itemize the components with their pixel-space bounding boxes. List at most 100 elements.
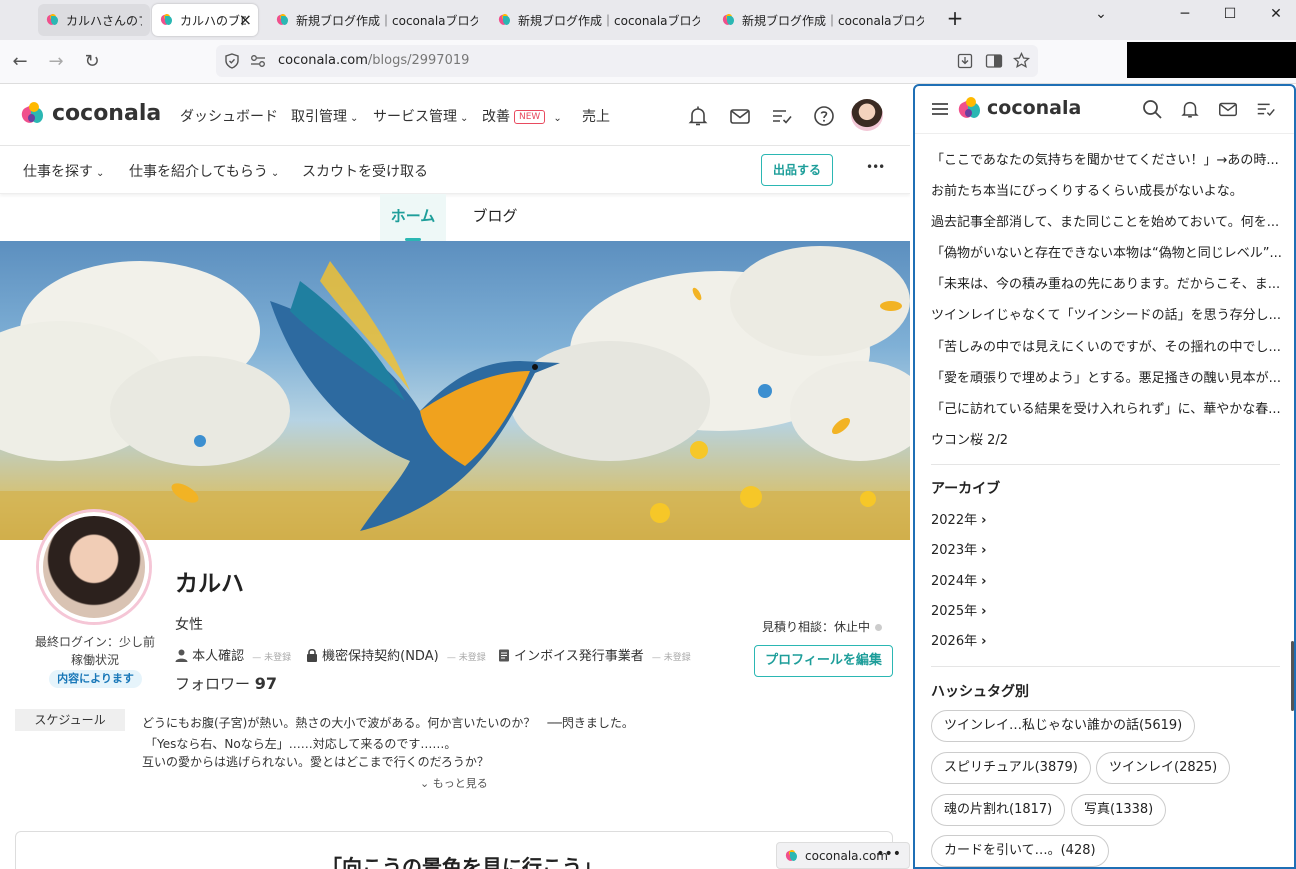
tab-list-chevron-icon[interactable]: ⌄ bbox=[1086, 6, 1116, 22]
sidebar-logo-text: coconala bbox=[987, 97, 1082, 119]
save-to-pocket-icon[interactable] bbox=[957, 53, 973, 69]
browser-tab-bar: カルハさんのブログ カルハのブログ × 新規ブログ作成｜coconalaブログ … bbox=[0, 0, 1296, 40]
recent-post-link[interactable]: 「苦しみの中では見えにくいのですが、その揺れの中でし... bbox=[931, 336, 1281, 355]
show-more-link[interactable]: ⌄ もっと見る bbox=[420, 775, 488, 791]
close-tab-icon[interactable]: × bbox=[239, 11, 252, 29]
checklist-icon[interactable] bbox=[770, 104, 794, 128]
intro-line: どうにもお腹(子宮)が熱い。熱さの大小で波がある。何か言いたいのか？ ──閃きま… bbox=[142, 716, 634, 730]
archive-year-link[interactable]: 2026年 › bbox=[931, 630, 986, 649]
more-dots-icon[interactable]: ••• bbox=[876, 846, 901, 862]
show-more-label: もっと見る bbox=[432, 777, 488, 790]
more-menu-icon[interactable]: ••• bbox=[866, 160, 885, 174]
recent-post-link[interactable]: お前たち本当にびっくりするくらい成長がないよな。 bbox=[931, 180, 1243, 199]
flower-decoration bbox=[860, 491, 876, 507]
coconala-favicon-icon bbox=[722, 13, 736, 27]
flower-decoration bbox=[690, 441, 708, 459]
reload-icon[interactable]: ↻ bbox=[80, 50, 104, 74]
verification-state: — 未登録 bbox=[446, 653, 486, 663]
logo-text: coconala bbox=[52, 101, 162, 126]
window-close-button[interactable]: ✕ bbox=[1261, 6, 1291, 22]
list-service-button[interactable]: 出品する bbox=[761, 154, 833, 186]
mail-icon[interactable] bbox=[728, 104, 752, 128]
nav-services[interactable]: サービス管理 ⌄ bbox=[373, 106, 468, 126]
browser-tab[interactable]: 新規ブログ作成｜coconalaブログ bbox=[714, 4, 932, 36]
browser-tab-active[interactable]: カルハのブログ × bbox=[152, 4, 258, 36]
reader-view-icon[interactable] bbox=[985, 53, 1003, 69]
coconala-favicon-icon bbox=[785, 849, 799, 863]
verification-state: — 未登録 bbox=[651, 653, 691, 663]
schedule-label: スケジュール bbox=[15, 709, 125, 731]
browser-tab[interactable]: 新規ブログ作成｜coconalaブログ bbox=[490, 4, 708, 36]
bell-icon[interactable] bbox=[686, 104, 710, 128]
recent-post-link[interactable]: 過去記事全部消して、また同じことを始めておいて。何を... bbox=[931, 211, 1279, 230]
forward-arrow-icon[interactable]: → bbox=[44, 50, 68, 74]
bookmark-star-icon[interactable] bbox=[1013, 52, 1030, 69]
estimate-text: 見積り相談：休止中 bbox=[762, 620, 871, 634]
recent-post-link[interactable]: 「ここであなたの気持ちを聞かせてください！」→あの時... bbox=[931, 149, 1279, 168]
coconala-logo[interactable]: coconala bbox=[19, 101, 162, 126]
user-avatar[interactable] bbox=[851, 99, 883, 131]
new-tab-button[interactable]: + bbox=[940, 6, 970, 30]
hashtag-chip[interactable]: カードを引いて…。(428) bbox=[931, 835, 1109, 867]
profile-tabs: ホーム ブログ bbox=[0, 194, 910, 241]
last-login-text: 最終ログイン：少し前 bbox=[34, 635, 155, 649]
nav-improve-label: 改善 bbox=[482, 109, 510, 125]
hamburger-menu-icon[interactable] bbox=[929, 98, 951, 120]
nav-improve[interactable]: 改善 NEW ⌄ bbox=[482, 106, 562, 126]
search-icon[interactable] bbox=[1141, 98, 1163, 120]
hashtag-chip[interactable]: ツインレイ(2825) bbox=[1096, 752, 1231, 784]
chevron-right-icon: › bbox=[981, 513, 987, 528]
chevron-down-icon: ⌄ bbox=[350, 113, 359, 124]
recent-post-link[interactable]: 「己に訪れている結果を受け入れられず」に、華やかな春... bbox=[931, 398, 1281, 417]
nav-sales-label: 売上 bbox=[582, 109, 610, 125]
hashtag-chip[interactable]: ツインレイ…私じゃない誰かの話(5619) bbox=[931, 710, 1196, 742]
recent-post-link[interactable]: ツインレイじゃなくて「ツインシードの話」を思う存分し... bbox=[931, 304, 1281, 323]
browser-nav-bar: ← → ↻ coconala.com/blogs/2997019 bbox=[0, 40, 1296, 84]
archive-year-label: 2026年 bbox=[931, 634, 978, 649]
recent-post-link[interactable]: ウコン桜 2/2 bbox=[931, 429, 1008, 448]
nav-sales[interactable]: 売上 bbox=[582, 106, 610, 126]
edit-profile-button[interactable]: プロフィールを編集 bbox=[754, 645, 893, 677]
browser-tab[interactable]: カルハさんのブログ bbox=[38, 4, 150, 36]
recent-post-link[interactable]: 「未来は、今の積み重ねの先にあります。だからこそ、ま... bbox=[931, 273, 1280, 292]
tab-home[interactable]: ホーム bbox=[380, 194, 446, 241]
find-work-label: 仕事を探す bbox=[23, 164, 93, 180]
help-icon[interactable] bbox=[812, 104, 836, 128]
address-bar[interactable]: coconala.com/blogs/2997019 bbox=[216, 45, 1038, 77]
browser-tab[interactable]: 新規ブログ作成｜coconalaブログ bbox=[268, 4, 486, 36]
hashtag-chip[interactable]: スピリチュアル(3879) bbox=[931, 752, 1091, 784]
chevron-right-icon: › bbox=[981, 543, 987, 558]
archive-year-link[interactable]: 2023年 › bbox=[931, 539, 986, 558]
recent-post-link[interactable]: 「偽物がいないと存在できない本物は“偽物と同じレベル”... bbox=[931, 242, 1282, 261]
site-settings-icon[interactable] bbox=[250, 54, 266, 68]
profile-cover-image bbox=[0, 241, 910, 540]
scout-link[interactable]: スカウトを受け取る bbox=[302, 161, 428, 181]
nav-trades[interactable]: 取引管理 ⌄ bbox=[291, 106, 358, 126]
hashtag-chip[interactable]: 魂の片割れ(1817) bbox=[931, 794, 1066, 826]
introduce-menu[interactable]: 仕事を紹介してもらう ⌄ bbox=[129, 161, 279, 181]
checklist-icon[interactable] bbox=[1255, 98, 1277, 120]
find-work-menu[interactable]: 仕事を探す ⌄ bbox=[23, 161, 104, 181]
archive-year-link[interactable]: 2022年 › bbox=[931, 509, 986, 528]
nav-dashboard[interactable]: ダッシュボード bbox=[180, 106, 278, 126]
sidebar-scrollbar[interactable] bbox=[1291, 641, 1294, 711]
maximize-button[interactable]: ☐ bbox=[1215, 6, 1245, 22]
redacted-area bbox=[1127, 42, 1296, 78]
archive-year-label: 2024年 bbox=[931, 574, 978, 589]
archive-year-link[interactable]: 2025年 › bbox=[931, 600, 986, 619]
tab-blog[interactable]: ブログ bbox=[462, 194, 528, 241]
archive-year-label: 2022年 bbox=[931, 513, 978, 528]
back-arrow-icon[interactable]: ← bbox=[8, 50, 32, 74]
main-page: coconala ダッシュボード 取引管理 ⌄ サービス管理 ⌄ 改善 NEW ⌄ 売上… bbox=[0, 84, 910, 869]
scout-label: スカウトを受け取る bbox=[302, 164, 428, 180]
bell-icon[interactable] bbox=[1179, 98, 1201, 120]
hashtag-chip[interactable]: 写真(1338) bbox=[1071, 794, 1167, 826]
mail-icon[interactable] bbox=[1217, 98, 1239, 120]
archive-year-link[interactable]: 2024年 › bbox=[931, 570, 986, 589]
recent-post-link[interactable]: 「愛を頑張りで埋めよう」とする。悪足掻きの醜い見本が... bbox=[931, 367, 1281, 386]
followers[interactable]: フォロワー 97 bbox=[175, 673, 277, 694]
profile-name: カルハ bbox=[175, 571, 244, 597]
sidebar-coconala-logo[interactable]: coconala bbox=[956, 97, 1082, 121]
chevron-right-icon: › bbox=[981, 634, 987, 649]
minimize-button[interactable]: ─ bbox=[1170, 6, 1200, 22]
